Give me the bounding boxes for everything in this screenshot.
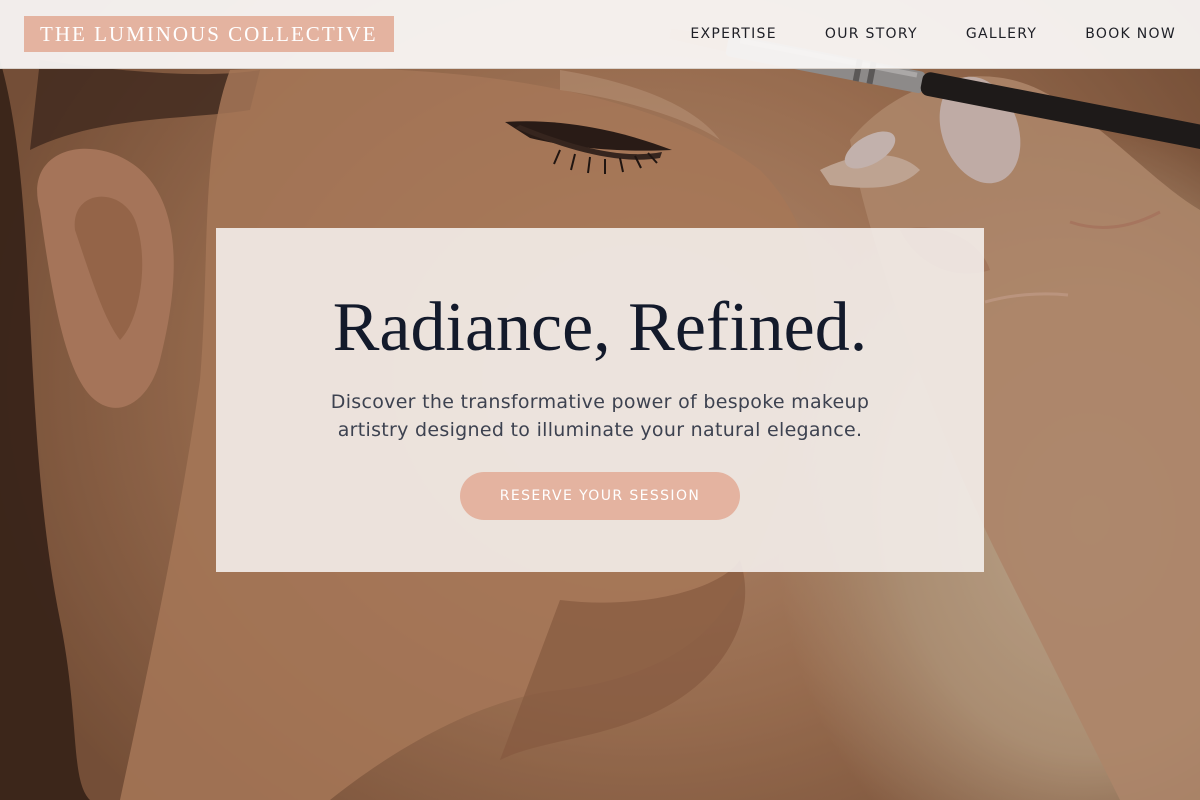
nav-link-gallery[interactable]: GALLERY (966, 26, 1037, 42)
brand-logo[interactable]: THE LUMINOUS COLLECTIVE (24, 16, 394, 52)
main-nav: EXPERTISE OUR STORY GALLERY BOOK NOW (690, 26, 1176, 42)
nav-link-expertise[interactable]: EXPERTISE (690, 26, 777, 42)
nav-link-book-now[interactable]: BOOK NOW (1085, 26, 1176, 42)
site-header: THE LUMINOUS COLLECTIVE EXPERTISE OUR ST… (0, 0, 1200, 69)
hero-card: Radiance, Refined. Discover the transfor… (216, 228, 984, 572)
hero-subtitle: Discover the transformative power of bes… (330, 391, 870, 441)
nav-link-our-story[interactable]: OUR STORY (825, 26, 918, 42)
hero-title: Radiance, Refined. (332, 289, 868, 366)
reserve-session-button[interactable]: RESERVE YOUR SESSION (460, 472, 740, 520)
